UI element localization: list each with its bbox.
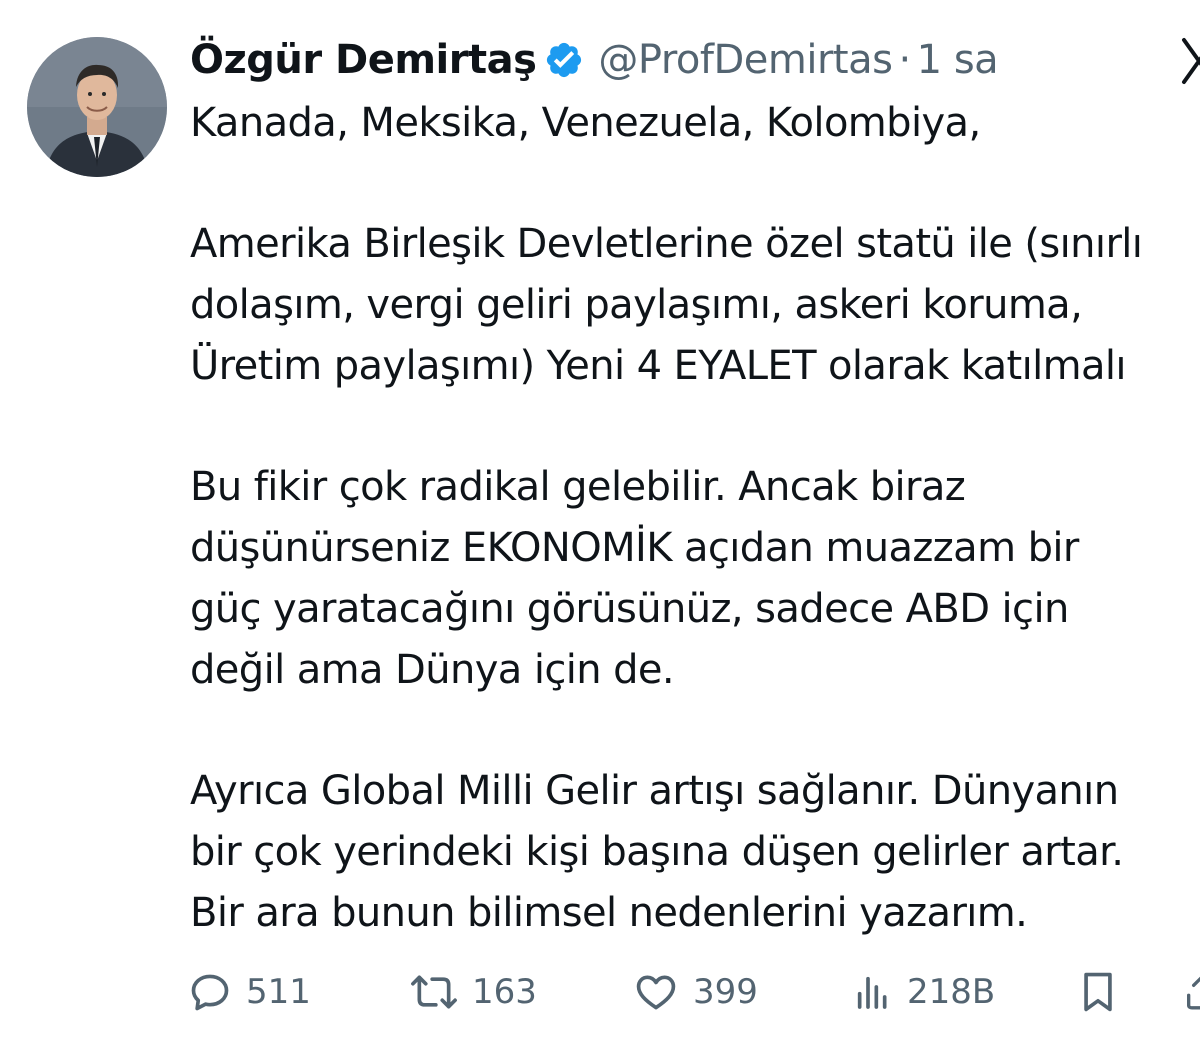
- tweet-text-line: Amerika Birleşik Devletlerine özel statü…: [190, 221, 1143, 267]
- tweet-text-line: Üretim paylaşımı) Yeni 4 EYALET olarak k…: [190, 343, 1127, 389]
- tweet-text-line: Ayrıca Global Milli Gelir artışı sağlanı…: [190, 768, 1119, 814]
- views-button[interactable]: 218B: [853, 962, 995, 1022]
- tweet-timestamp[interactable]: 1 sa: [917, 37, 999, 83]
- retweet-icon: [411, 975, 457, 1009]
- tweet-text-line: bir çok yerindeki kişi başına düşen geli…: [190, 829, 1124, 875]
- tweet-card[interactable]: Özgür Demirtaş @ProfDemirtas · 1 sa Kana…: [0, 0, 1200, 1049]
- reply-icon: [191, 974, 229, 1011]
- retweet-button[interactable]: 163: [410, 962, 537, 1022]
- close-icon[interactable]: [1178, 36, 1200, 86]
- author-display-name[interactable]: Özgür Demirtaş: [190, 37, 537, 83]
- tweet-text-line: düşünürseniz EKONOMİK açıdan muazzam bir: [190, 525, 1079, 571]
- bookmark-button[interactable]: [1076, 962, 1120, 1022]
- reply-button[interactable]: 511: [188, 962, 311, 1022]
- tweet-text-line: Bir ara bunun bilimsel nedenlerini yazar…: [190, 890, 1028, 936]
- tweet-header: Özgür Demirtaş @ProfDemirtas · 1 sa: [190, 30, 1180, 90]
- share-button[interactable]: [1182, 962, 1200, 1022]
- like-count: 399: [693, 972, 758, 1012]
- tweet-text-line: güç yaratacağını görüsünüz, sadece ABD i…: [190, 586, 1069, 632]
- tweet-text-line: değil ama Dünya için de.: [190, 647, 675, 693]
- heart-icon: [636, 975, 676, 1010]
- bookmark-icon: [1084, 972, 1112, 1012]
- tweet-actions-bar: 511 163 399 218B: [188, 962, 1200, 1022]
- views-count: 218B: [907, 972, 996, 1012]
- tweet-text: Kanada, Meksika, Venezuela, Kolombiya, A…: [190, 93, 1200, 944]
- views-icon: [857, 976, 887, 1009]
- like-button[interactable]: 399: [633, 962, 758, 1022]
- header-separator: ·: [898, 37, 911, 83]
- retweet-count: 163: [472, 972, 537, 1012]
- verified-badge-icon: [544, 40, 584, 80]
- author-handle[interactable]: @ProfDemirtas: [598, 37, 893, 83]
- reply-count: 511: [246, 972, 311, 1012]
- tweet-text-line: Bu fikir çok radikal gelebilir. Ancak bi…: [190, 464, 966, 510]
- share-icon: [1187, 976, 1200, 1010]
- tweet-text-line: Kanada, Meksika, Venezuela, Kolombiya,: [190, 100, 981, 146]
- author-avatar[interactable]: [27, 37, 167, 177]
- tweet-text-line: dolaşım, vergi geliri paylaşımı, askeri …: [190, 282, 1083, 328]
